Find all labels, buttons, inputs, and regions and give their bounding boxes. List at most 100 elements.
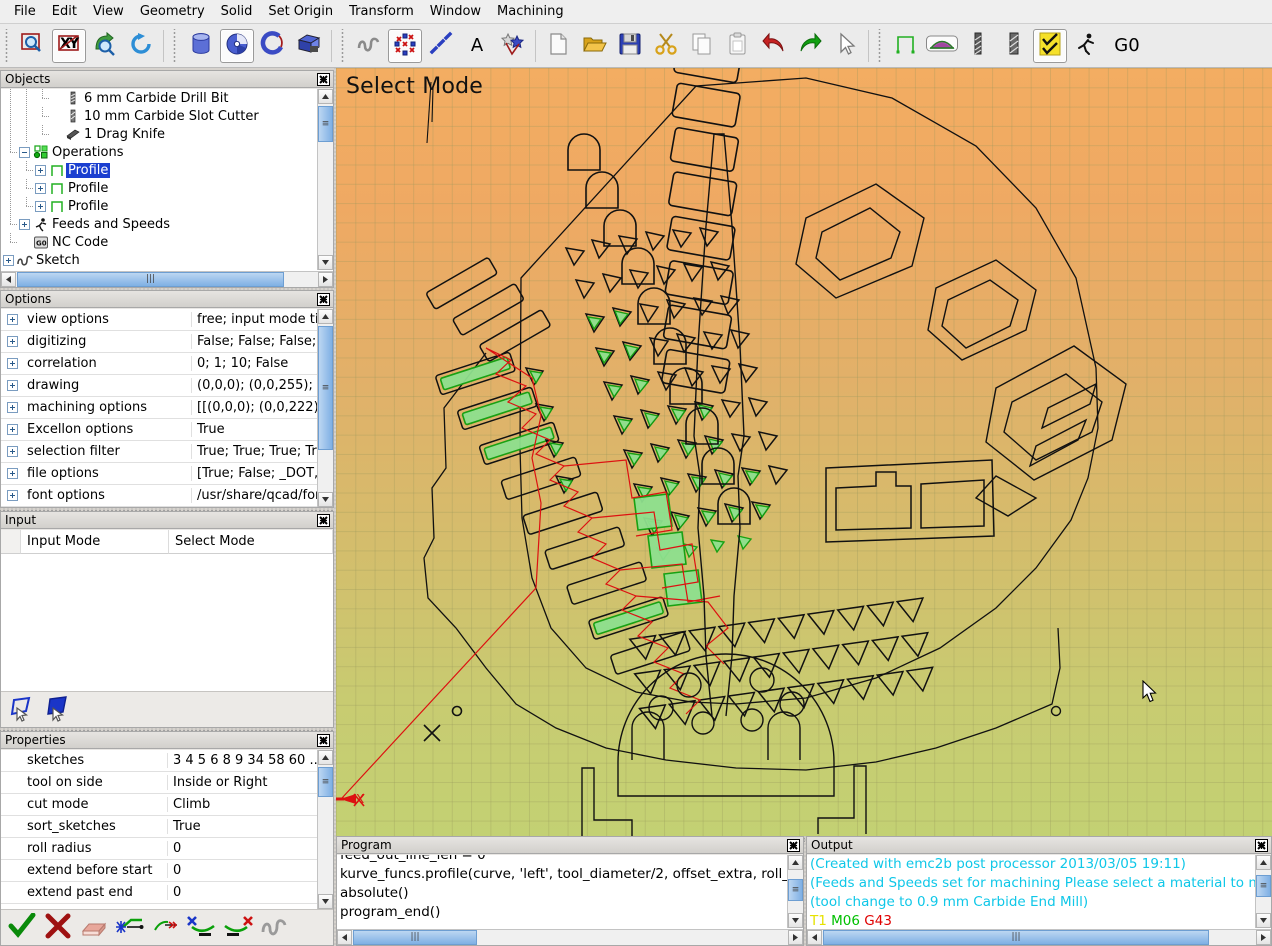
property-value[interactable]: 0 (167, 885, 317, 900)
select-rectangle-button[interactable] (43, 695, 73, 725)
scrollbar-thumb[interactable]: ||| (17, 272, 284, 287)
scroll-up-arrow-icon[interactable] (318, 309, 333, 324)
line-dash-button[interactable] (424, 29, 458, 63)
property-row[interactable]: font options/usr/share/qcad/for (1, 485, 317, 507)
scroll-up-arrow-icon[interactable] (788, 855, 803, 870)
scroll-down-arrow-icon[interactable] (1256, 913, 1271, 928)
text-tool-button[interactable]: A (460, 29, 494, 63)
tree-item[interactable]: Operations (1, 143, 317, 161)
tree-item[interactable]: 1 Drag Knife (1, 125, 317, 143)
expand-plus-icon[interactable] (1, 402, 23, 413)
close-icon[interactable] (317, 514, 330, 527)
property-value[interactable]: True; True; True; Tru (191, 444, 317, 459)
expand-plus-icon[interactable] (1, 490, 23, 501)
property-row[interactable]: Excellon options True (1, 419, 317, 441)
scrollbar-thumb[interactable]: ||| (353, 930, 477, 945)
save-button[interactable] (613, 29, 647, 63)
property-row[interactable]: extend before start 0 (1, 860, 317, 882)
property-row[interactable]: correlation 0; 1; 10; False (1, 353, 317, 375)
expand-plus-icon[interactable] (1, 314, 23, 325)
property-value[interactable]: 3 4 5 6 8 9 34 58 60 ... (167, 753, 317, 768)
scroll-right-arrow-icon[interactable] (788, 930, 803, 945)
expand-plus-icon[interactable] (1, 336, 23, 347)
program-code-view[interactable]: feed_out_line_len = 0 kurve_funcs.profile… (337, 855, 787, 928)
extrude-button[interactable] (292, 29, 326, 63)
start-point-button[interactable] (115, 913, 145, 943)
program-hscrollbar[interactable]: ||| (337, 929, 803, 945)
property-row[interactable]: sketches 3 4 5 6 8 9 34 58 60 ... (1, 750, 317, 772)
property-value[interactable]: [[(0,0,0); (0,0,222); (191, 400, 317, 415)
close-icon[interactable] (787, 839, 800, 852)
menu-solid[interactable]: Solid (213, 1, 261, 22)
expand-plus-icon[interactable] (1, 358, 23, 369)
end-marker-button[interactable] (223, 913, 253, 943)
tree-item[interactable]: Sketch (1, 251, 317, 269)
property-row[interactable]: digitizing False; False; False; (1, 331, 317, 353)
options-vscrollbar[interactable]: ≡ (317, 309, 333, 507)
menu-window[interactable]: Window (422, 1, 489, 22)
expand-plus-icon[interactable] (3, 254, 14, 266)
toolbar-grip[interactable] (876, 28, 885, 63)
menu-machining[interactable]: Machining (489, 1, 572, 22)
scroll-right-arrow-icon[interactable] (1256, 930, 1271, 945)
sketch-button[interactable] (352, 29, 386, 63)
expand-plus-icon[interactable] (1, 380, 23, 391)
zoom-previous-button[interactable] (88, 29, 122, 63)
property-value[interactable]: [True; False; _DOT, (191, 466, 317, 481)
scroll-right-arrow-icon[interactable] (318, 272, 333, 287)
collapse-minus-icon[interactable] (19, 146, 30, 158)
zoom-extents-xy-button[interactable]: X Y (52, 28, 86, 63)
menu-geometry[interactable]: Geometry (132, 1, 213, 22)
scroll-down-arrow-icon[interactable] (318, 492, 333, 507)
toolbar-grip[interactable] (3, 28, 12, 63)
scrollbar-thumb[interactable]: ≡ (318, 326, 333, 450)
start-marker-button[interactable] (187, 913, 217, 943)
eraser-button[interactable] (79, 913, 109, 943)
property-row[interactable]: roll radius 0 (1, 838, 317, 860)
properties-grid[interactable]: sketches 3 4 5 6 8 9 34 58 60 ... tool on … (1, 750, 317, 909)
paste-button[interactable] (721, 29, 755, 63)
property-row[interactable]: view options free; input mode ti (1, 309, 317, 331)
input-mode-value[interactable]: Select Mode (169, 530, 333, 554)
property-value[interactable]: 0 (167, 863, 317, 878)
cut-button[interactable] (649, 29, 683, 63)
property-row[interactable]: tool on side Inside or Right (1, 772, 317, 794)
property-value[interactable]: 0 (167, 841, 317, 856)
property-value[interactable]: True (191, 422, 317, 437)
sketch-edit-button[interactable] (259, 913, 289, 943)
property-value[interactable]: True (167, 819, 317, 834)
property-row[interactable]: machining options [[(0,0,0); (0,0,222); (1, 397, 317, 419)
scroll-up-arrow-icon[interactable] (1256, 855, 1271, 870)
property-value[interactable]: 0; 1; 10; False (191, 356, 317, 371)
close-icon[interactable] (317, 734, 330, 747)
end-point-button[interactable] (151, 913, 181, 943)
tree-item[interactable]: 6 mm Carbide Drill Bit (1, 89, 317, 107)
undo-button[interactable] (757, 29, 791, 63)
close-icon[interactable] (317, 73, 330, 86)
scroll-down-arrow-icon[interactable] (318, 255, 333, 270)
output-code-view[interactable]: (Created with emc2b post processor 2013/… (807, 855, 1255, 928)
redo-button[interactable] (793, 29, 827, 63)
tree-item[interactable]: 10 mm Carbide Slot Cutter (1, 107, 317, 125)
close-icon[interactable] (317, 293, 330, 306)
properties-vscrollbar[interactable]: ≡ (317, 750, 333, 909)
toolbar-grip[interactable] (171, 28, 180, 63)
scroll-down-arrow-icon[interactable] (318, 894, 333, 909)
profile-op-button[interactable] (889, 29, 923, 63)
copy-button[interactable] (685, 29, 719, 63)
g0-nc-code-button[interactable]: G0 (1105, 29, 1149, 63)
torus-button[interactable] (256, 29, 290, 63)
scroll-up-arrow-icon[interactable] (318, 750, 333, 765)
scroll-down-arrow-icon[interactable] (788, 913, 803, 928)
tree-item[interactable]: G0 NC Code (1, 233, 317, 251)
zoom-window-button[interactable] (16, 29, 50, 63)
property-value[interactable]: /usr/share/qcad/for (191, 488, 317, 503)
expand-plus-icon[interactable] (35, 200, 46, 212)
objects-tree-hscrollbar[interactable]: ||| (1, 271, 333, 287)
output-vscrollbar[interactable]: ≡ (1255, 855, 1271, 928)
options-grid[interactable]: view options free; input mode ti digitizin… (1, 309, 317, 507)
scrollbar-thumb[interactable]: ≡ (318, 767, 333, 797)
drill-bit-button[interactable] (961, 29, 995, 63)
menu-file[interactable]: File (6, 1, 44, 22)
scroll-up-arrow-icon[interactable] (318, 89, 333, 104)
